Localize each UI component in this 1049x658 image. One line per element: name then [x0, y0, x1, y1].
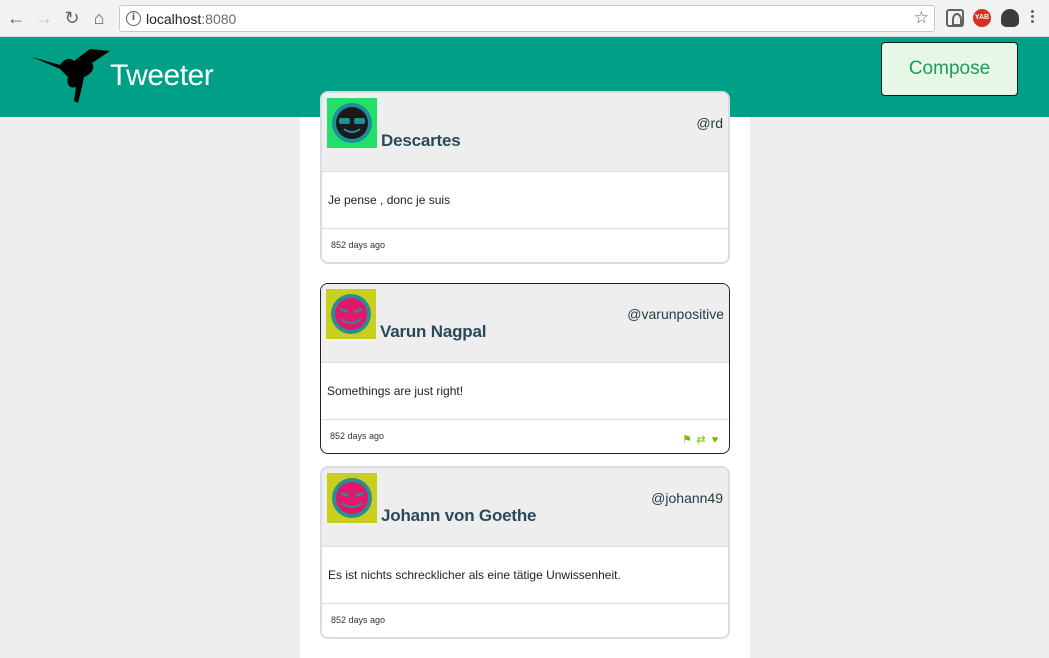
tweet-header: Descartes @rd	[322, 93, 728, 172]
tweet-timestamp: 852 days ago	[331, 240, 386, 250]
tweet-author-name: Varun Nagpal	[380, 322, 487, 341]
browser-menu-icon[interactable]	[1029, 8, 1035, 28]
tweet-footer: 852 days ago	[322, 229, 728, 262]
back-arrow-icon[interactable]: ←	[6, 8, 26, 28]
app-title: Tweeter	[110, 59, 214, 92]
extension-ghost-icon[interactable]	[1001, 9, 1019, 27]
tweet-handle: @rd	[696, 115, 723, 131]
tweet-handle: @johann49	[651, 490, 723, 506]
tweet-text: Somethings are just right!	[321, 363, 729, 420]
tweet-text: Es ist nichts schrecklicher als eine tät…	[322, 547, 728, 604]
avatar[interactable]	[326, 289, 376, 339]
tweet-footer: 852 days ago	[322, 604, 728, 637]
tweet-actions: ⚑ ⇄ ♥	[679, 430, 721, 446]
tweet-header: Varun Nagpal @varunpositive	[321, 284, 729, 363]
extension-yab-icon[interactable]: YAB	[973, 9, 991, 27]
home-icon[interactable]: ⌂	[89, 8, 109, 28]
tweet-card[interactable]: Varun Nagpal @varunpositive Somethings a…	[320, 283, 730, 454]
flag-icon[interactable]: ⚑	[681, 434, 693, 446]
tweet-header: Johann von Goethe @johann49	[322, 468, 728, 547]
reload-icon[interactable]: ↻	[62, 8, 82, 28]
tweet-timestamp: 852 days ago	[330, 431, 385, 441]
info-icon[interactable]: i	[126, 11, 141, 26]
avatar[interactable]	[327, 473, 377, 523]
tweet-feed: Descartes @rd Je pense , donc je suis 85…	[300, 91, 750, 658]
address-bar[interactable]: i localhost:8080 ☆	[119, 5, 935, 32]
browser-toolbar: ← → ↻ ⌂ i localhost:8080 ☆ YAB	[0, 0, 1049, 37]
tweet-author-name: Johann von Goethe	[381, 506, 537, 525]
avatar[interactable]	[327, 98, 377, 148]
hummingbird-logo-icon	[32, 49, 110, 103]
tweet-footer: 852 days ago ⚑ ⇄ ♥	[321, 420, 729, 453]
retweet-icon[interactable]: ⇄	[695, 434, 707, 446]
tweet-text: Je pense , donc je suis	[322, 172, 728, 229]
tweet-handle: @varunpositive	[627, 306, 724, 322]
tweet-card[interactable]: Johann von Goethe @johann49 Es ist nicht…	[320, 466, 730, 639]
compose-button[interactable]: Compose	[881, 42, 1018, 96]
extension-lightbulb-icon[interactable]	[946, 9, 964, 27]
bookmark-star-icon[interactable]: ☆	[914, 8, 929, 28]
tweet-author-name: Descartes	[381, 131, 461, 150]
heart-icon[interactable]: ♥	[709, 434, 721, 446]
forward-arrow-icon[interactable]: →	[34, 8, 54, 28]
tweet-card[interactable]: Descartes @rd Je pense , donc je suis 85…	[320, 91, 730, 264]
url-text[interactable]: localhost:8080	[146, 11, 236, 27]
tweet-timestamp: 852 days ago	[331, 615, 386, 625]
